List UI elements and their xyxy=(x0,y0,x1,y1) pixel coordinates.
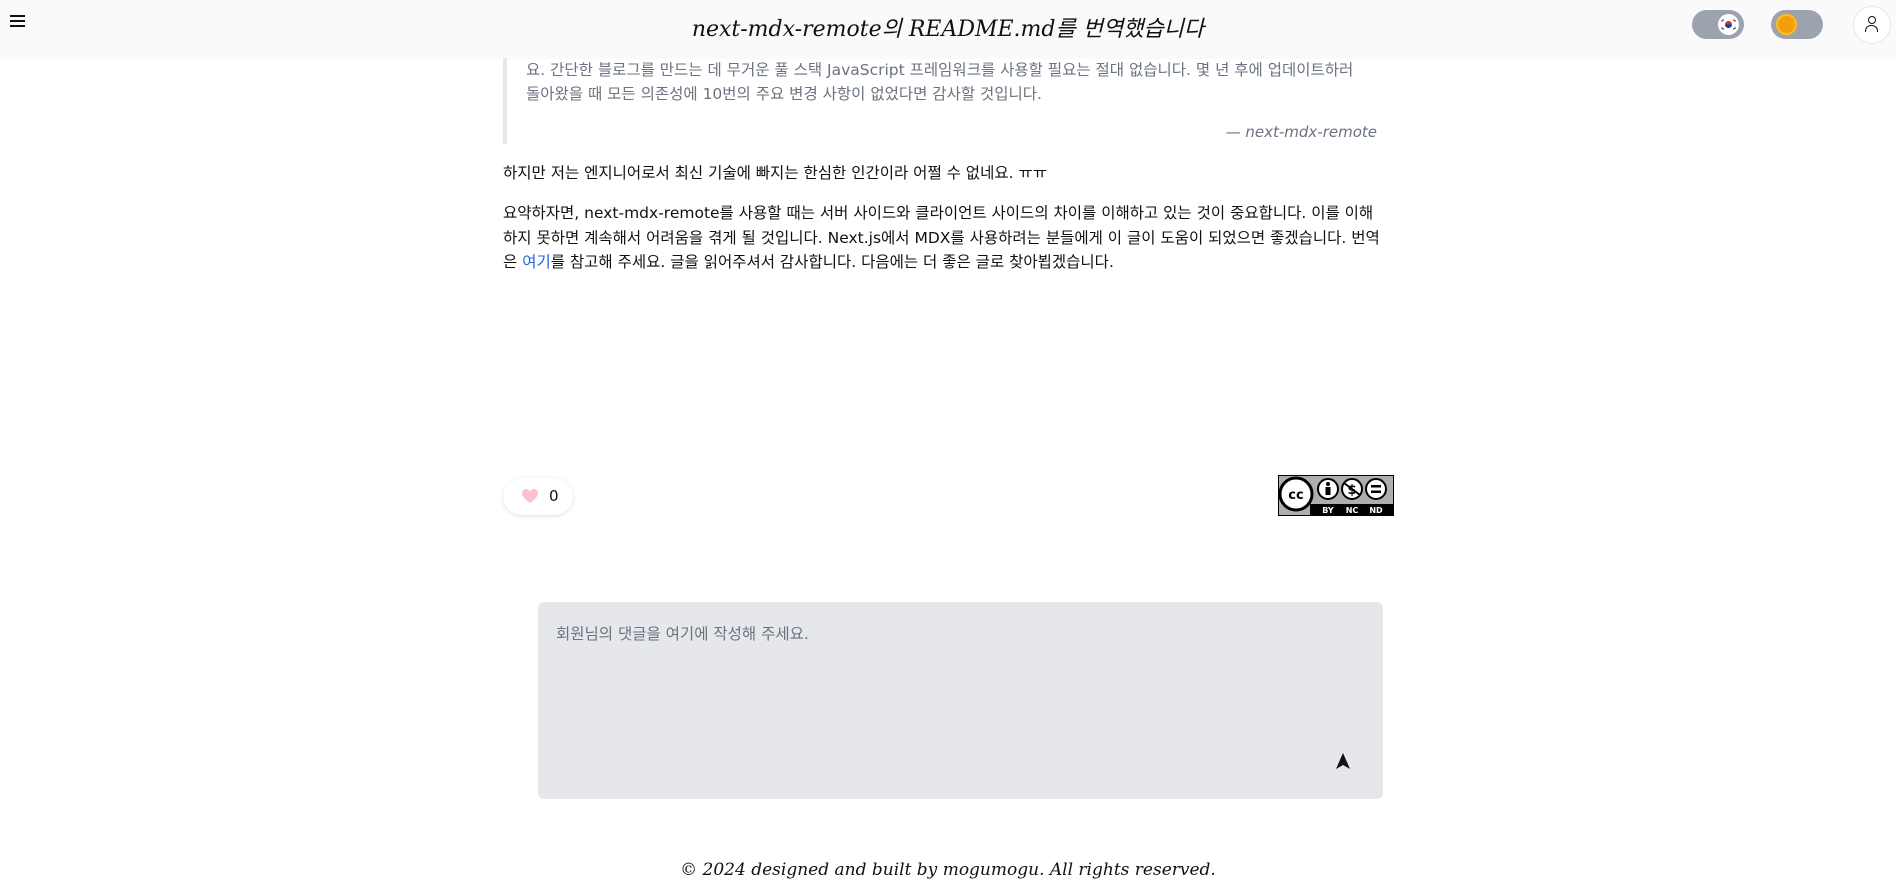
article-paragraph-summary: 요약하자면, next-mdx-remote를 사용할 때는 서버 사이드와 클… xyxy=(503,201,1383,275)
sun-icon xyxy=(1776,14,1797,35)
license-label-nc: NC xyxy=(1346,506,1359,515)
page-title: next-mdx-remote의 README.md를 번역했습니다 xyxy=(691,17,1205,42)
language-toggle[interactable] xyxy=(1692,10,1744,39)
like-button[interactable]: 0 xyxy=(503,478,573,515)
paragraph-text: 를 참고해 주세요. 글을 읽어주셔서 감사합니다. 다음에는 더 좋은 글로 … xyxy=(550,253,1114,271)
license-label-by: BY xyxy=(1322,506,1334,515)
blockquote: 요. 간단한 블로그를 만드는 데 무거운 풀 스택 JavaScript 프레… xyxy=(503,58,1377,144)
translation-link[interactable]: 여기 xyxy=(522,253,551,271)
top-navigation-bar: next-mdx-remote의 README.md를 번역했습니다 xyxy=(0,0,1896,58)
blockquote-text: 요. 간단한 블로그를 만드는 데 무거운 풀 스택 JavaScript 프레… xyxy=(526,61,1354,103)
license-label-nd: ND xyxy=(1369,506,1383,515)
comment-form xyxy=(538,602,1383,799)
like-count: 0 xyxy=(549,487,559,505)
korea-flag-icon xyxy=(1718,14,1739,35)
profile-button[interactable] xyxy=(1853,6,1891,44)
cc-by-nc-nd-icon[interactable]: cc $ BY NC ND xyxy=(1278,475,1394,516)
theme-toggle[interactable] xyxy=(1771,10,1823,39)
blockquote-citation: — next-mdx-remote xyxy=(1225,123,1377,141)
footer-copyright: © 2024 designed and built by mogumogu. A… xyxy=(680,860,1216,880)
heart-icon xyxy=(522,489,538,503)
cc-label: cc xyxy=(1288,488,1303,503)
send-icon[interactable] xyxy=(1330,748,1356,774)
comment-input[interactable] xyxy=(538,602,1383,799)
article-paragraph: 하지만 저는 엔지니어로서 최신 기술에 빠지는 한심한 인간이라 어쩔 수 없… xyxy=(503,164,1047,182)
